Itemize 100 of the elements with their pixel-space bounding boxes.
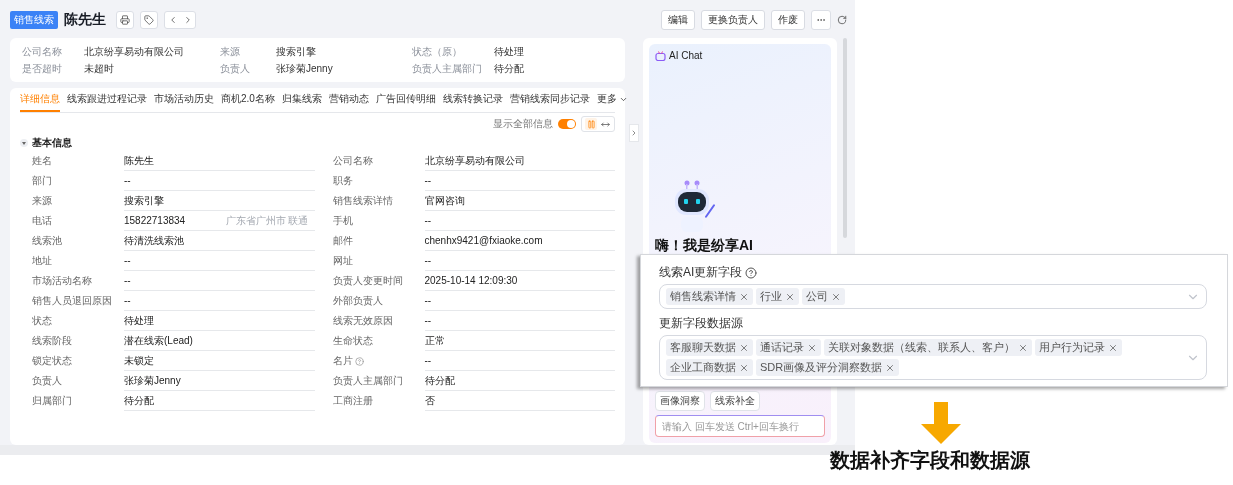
refresh-icon[interactable] (837, 15, 847, 25)
field-label: 地址 (32, 254, 52, 268)
field-label: 电话 (32, 214, 52, 228)
field-value: -- (124, 275, 131, 286)
section-title: 基本信息 (32, 136, 72, 150)
selected-tag: 企业工商数据 (666, 359, 753, 376)
field-label: 来源 (32, 194, 52, 208)
quick-action-chip[interactable]: 线索补全 (710, 391, 760, 411)
field-label: 线索阶段 (32, 334, 72, 348)
field-value: chenhx9421@fxiaoke.com (424, 235, 543, 246)
tab[interactable]: 市场活动历史 (154, 88, 214, 112)
field-label: 工商注册 (332, 394, 373, 408)
multi-select-field[interactable]: 销售线索详情 行业 公司 (659, 284, 1207, 309)
remove-icon[interactable] (1018, 342, 1028, 353)
remove-icon[interactable] (831, 291, 841, 302)
selected-tag: 销售线索详情 (666, 288, 753, 305)
field-value: -- (424, 215, 432, 226)
action-button[interactable]: 编辑 (661, 10, 695, 30)
action-button[interactable]: 更换负责人 (701, 10, 765, 30)
panel-title: AI Chat (669, 50, 703, 61)
multi-select-field[interactable]: 客服聊天数据 通话记录 关联对象数据（线索、联系人、客户） 用户行为记录 企业工商数据 SDR画像及评分洞察数据 (659, 335, 1207, 380)
field-label: 公司名称 (332, 154, 373, 168)
selected-tag: 公司 (802, 288, 845, 305)
field-value: -- (124, 295, 131, 306)
selected-tag: 客服聊天数据 (666, 339, 753, 356)
field-value: 陈先生 (124, 153, 154, 168)
print-icon[interactable] (116, 11, 134, 29)
record-title: 陈先生 (64, 11, 106, 29)
field-value: 正常 (424, 333, 445, 348)
summary-label: 状态（原） (412, 45, 463, 58)
field-value: 张珍菊Jenny (124, 373, 181, 388)
summary-value: 北京纷享易动有限公司 (84, 45, 185, 58)
remove-icon[interactable] (739, 362, 749, 373)
annotation-caption: 数据补齐字段和数据源 (830, 448, 1030, 473)
toggle-label: 显示全部信息 (493, 117, 553, 131)
field-value: -- (424, 255, 432, 266)
field-label: 归属部门 (32, 394, 72, 408)
tab[interactable]: 营销线索同步记录 (509, 88, 590, 112)
setting-label: 线索AI更新字段 (659, 264, 743, 281)
field-value: 待分配 (124, 393, 154, 408)
field-value: 搜索引擎 (124, 193, 164, 208)
summary-value: 搜索引擎 (276, 45, 317, 58)
tab[interactable]: 商机2.0名称 (221, 88, 275, 112)
remove-icon[interactable] (1108, 342, 1118, 353)
summary-value: 待处理 (494, 45, 525, 58)
remove-icon[interactable] (807, 342, 817, 353)
chat-input-field[interactable]: 请输入 回车发送 Ctrl+回车换行 (655, 415, 825, 437)
tab[interactable]: 更多 (596, 88, 628, 112)
field-hint: 广东省广州市 联通 (225, 213, 309, 228)
selected-tag: 关联对象数据（线索、联系人、客户） (824, 339, 1032, 356)
field-label: 锁定状态 (32, 354, 72, 368)
remove-icon[interactable] (885, 362, 896, 373)
field-value: -- (424, 295, 432, 306)
remove-icon[interactable] (739, 291, 749, 302)
field-label: 网址 (332, 254, 353, 268)
field-label: 手机 (332, 214, 353, 228)
field-value: -- (424, 175, 432, 186)
chat-bot-icon (655, 50, 666, 61)
quick-action-chip[interactable]: 画像洞察 (655, 391, 705, 411)
toggle-switch[interactable] (558, 119, 576, 129)
action-button[interactable]: 作废 (771, 10, 805, 30)
field-value: 否 (424, 393, 435, 408)
field-value: 官网咨询 (424, 193, 465, 208)
field-label: 线索池 (32, 234, 62, 248)
field-label: 外部负责人 (332, 294, 383, 308)
field-label: 职务 (332, 174, 353, 188)
field-value: 北京纷享易动有限公司 (424, 153, 525, 168)
tab[interactable]: 归集线索 (281, 88, 322, 112)
setting-label: 更新字段数据源 (659, 315, 743, 332)
tab[interactable]: 线索转换记录 (442, 88, 503, 112)
summary-label: 公司名称 (22, 45, 63, 58)
field-label: 负责人主属部门 (332, 374, 403, 388)
field-label: 邮件 (332, 234, 353, 248)
field-label: 市场活动名称 (32, 274, 92, 288)
record-type-tag: 销售线索 (10, 11, 58, 29)
summary-label: 来源 (220, 45, 241, 58)
tag-icon[interactable] (140, 11, 158, 29)
field-value: 待清洗线索池 (124, 233, 184, 248)
remove-icon[interactable] (785, 291, 795, 302)
field-value: -- (124, 255, 131, 266)
collapse-icon[interactable] (20, 139, 28, 147)
field-label: 状态 (32, 314, 52, 328)
field-label: 线索无效原因 (332, 314, 393, 328)
selected-tag: SDR画像及评分洞察数据 (756, 359, 900, 376)
field-value: -- (424, 315, 432, 326)
remove-icon[interactable] (739, 342, 749, 353)
field-label: 负责人变更时间 (332, 274, 403, 288)
tab[interactable]: 线索跟进过程记录 (67, 88, 147, 112)
tab[interactable]: 广告回传明细 (375, 88, 436, 112)
selected-tag: 通话记录 (756, 339, 821, 356)
tab[interactable]: 营销动态 (328, 88, 369, 112)
field-label: 名片 (332, 354, 353, 368)
field-value: 15822713834 (124, 215, 186, 226)
summary-label: 是否超时 (22, 62, 63, 75)
summary-value: 未超时 (84, 62, 115, 75)
summary-label: 负责人主属部门 (412, 62, 483, 75)
field-label: 负责人 (32, 374, 62, 388)
more-icon[interactable] (811, 10, 831, 30)
field-label: 销售人员退回原因 (32, 294, 112, 308)
summary-value: 待分配 (494, 62, 525, 75)
